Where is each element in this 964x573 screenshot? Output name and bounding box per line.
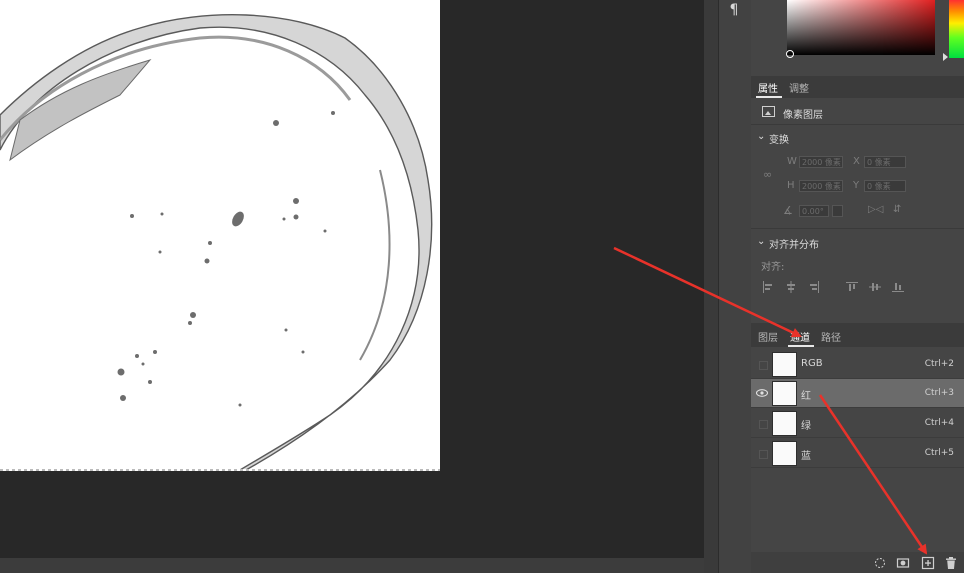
chevron-down-icon[interactable]: ⌄ [757,236,765,247]
align-top-icon[interactable] [846,281,858,293]
tab-layers[interactable]: 图层 [758,329,778,344]
channel-shortcut: Ctrl+4 [924,418,954,428]
channel-thumbnail [772,411,797,436]
canvas-edge [0,469,440,471]
align-center-horizontal-icon[interactable] [785,281,797,293]
collapsed-panel-dock [718,0,752,573]
pixel-layer-icon [762,106,775,117]
y-field[interactable]: 0 像素 [864,180,906,192]
visibility-toggle[interactable] [759,450,768,459]
visibility-toggle[interactable] [759,361,768,370]
transform-section-title[interactable]: 变换 [769,131,789,146]
height-label: H [787,180,795,191]
align-center-vertical-icon[interactable] [869,281,881,293]
height-field[interactable]: 2000 像素 [799,180,843,192]
y-label: Y [853,180,860,191]
new-channel-icon[interactable] [921,556,935,570]
eye-icon[interactable] [756,387,768,399]
color-picker-field[interactable] [787,0,935,55]
channel-name: 蓝 [801,451,811,462]
channel-thumbnail [772,381,797,406]
save-selection-icon[interactable] [896,556,910,570]
hue-slider-handle[interactable] [943,53,948,61]
properties-tabbar: 属性 调整 [751,76,964,98]
channel-row-blue[interactable]: 蓝 Ctrl+5 [751,439,964,468]
angle-field[interactable]: 0.00° [799,205,829,217]
align-label: 对齐: [761,262,785,273]
align-section-title[interactable]: 对齐并分布 [769,236,819,251]
align-bottom-icon[interactable] [892,281,904,293]
channel-name: 红 [801,391,811,402]
hue-slider[interactable] [949,0,964,58]
document-canvas[interactable] [0,0,440,471]
tab-paths[interactable]: 路径 [821,329,841,344]
color-picker-cursor[interactable] [786,50,794,58]
angle-icon: ∡ [783,204,793,217]
flip-horizontal-icon[interactable]: ▷◁ [868,204,883,215]
channel-shortcut: Ctrl+5 [924,448,954,458]
channel-shortcut: Ctrl+3 [924,388,954,398]
load-selection-icon[interactable] [873,556,887,570]
channel-row-red[interactable]: 红 Ctrl+3 [751,379,964,408]
water-splash-image [0,14,433,471]
layer-kind-label: 像素图层 [783,110,823,121]
align-right-icon[interactable] [808,281,820,293]
active-tab-indicator [788,345,814,347]
channel-name: 绿 [801,421,811,432]
width-label: W [787,156,797,167]
channel-thumbnail [772,352,797,377]
channel-name: RGB [801,358,823,369]
x-label: X [853,156,860,167]
divider [751,228,964,229]
width-field[interactable]: 2000 像素 [799,156,843,168]
link-icon[interactable]: ∞ [763,168,772,181]
tab-properties[interactable]: 属性 [758,80,778,95]
tab-adjustments[interactable]: 调整 [789,80,809,95]
paragraph-panel-button[interactable]: ¶ [723,0,745,22]
channels-tabbar: 图层 通道 路径 [751,323,964,347]
visibility-toggle[interactable] [759,420,768,429]
channel-row-rgb[interactable]: RGB Ctrl+2 [751,350,964,379]
divider [751,124,964,125]
tab-channels[interactable]: 通道 [790,329,810,344]
delete-channel-icon[interactable] [944,556,958,570]
channel-thumbnail [772,441,797,466]
canvas-status-bar [0,558,704,573]
align-left-icon[interactable] [762,281,774,293]
angle-dropdown[interactable] [832,205,843,217]
chevron-down-icon[interactable]: ⌄ [757,131,765,142]
channel-row-green[interactable]: 绿 Ctrl+4 [751,409,964,438]
x-field[interactable]: 0 像素 [864,156,906,168]
panel-divider[interactable] [704,0,718,573]
channel-shortcut: Ctrl+2 [924,359,954,369]
flip-vertical-icon[interactable]: ⇵ [893,204,901,215]
active-tab-indicator [756,96,782,98]
